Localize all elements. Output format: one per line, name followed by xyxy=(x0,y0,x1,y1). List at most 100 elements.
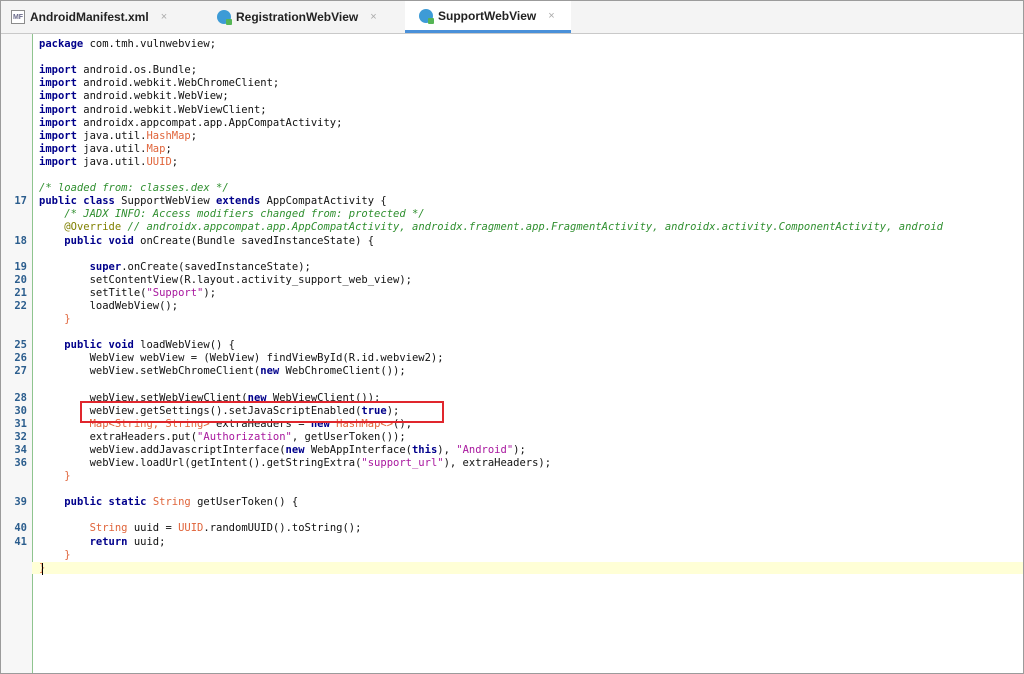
code-line: } xyxy=(39,313,71,325)
code-token: "Authorization" xyxy=(197,430,292,443)
code-token: setTitle( xyxy=(39,286,147,299)
code-token: ), xyxy=(437,443,457,456)
code-line: import java.util.HashMap; xyxy=(39,130,197,142)
line-number: 40 xyxy=(14,522,27,535)
code-token: .randomUUID().toString(); xyxy=(203,522,362,535)
code-line: webView.loadUrl(getIntent().getStringExt… xyxy=(39,457,552,469)
code-token: WebView webView = (WebView) findViewById… xyxy=(39,352,444,365)
code-token: import xyxy=(39,77,77,90)
code-token: android.os.Bundle; xyxy=(76,64,198,77)
code-line: loadWebView(); xyxy=(39,300,179,312)
line-number: 28 xyxy=(14,391,27,404)
tab-registration-webview[interactable]: RegistrationWebView × xyxy=(213,1,399,33)
code-token: .onCreate(savedInstanceState); xyxy=(121,260,311,273)
tab-support-webview[interactable]: SupportWebView × xyxy=(405,1,571,33)
code-token: // androidx.appcompat.app.AppCompatActiv… xyxy=(121,221,944,234)
code-line: import android.os.Bundle; xyxy=(39,64,197,76)
line-number: 17 xyxy=(14,195,27,208)
tab-label: RegistrationWebView xyxy=(236,10,359,24)
code-line: /* loaded from: classes.dex */ xyxy=(39,182,229,194)
close-icon[interactable]: × xyxy=(161,11,167,23)
code-token: ), extraHeaders); xyxy=(443,457,552,469)
line-number: 25 xyxy=(14,339,27,352)
code-token: "Support" xyxy=(146,286,204,299)
code-line: setTitle("Support"); xyxy=(39,287,216,299)
code-token: ; xyxy=(190,129,198,142)
editor-window: MF AndroidManifest.xml × RegistrationWeb… xyxy=(0,0,1024,674)
line-number: 36 xyxy=(14,457,27,469)
line-number: 19 xyxy=(14,260,27,273)
code-token: HashMap xyxy=(146,129,191,142)
java-class-icon xyxy=(217,10,232,25)
code-line: @Override // androidx.appcompat.app.AppC… xyxy=(39,221,943,233)
code-token: "support_url" xyxy=(361,457,444,469)
gutter-divider xyxy=(32,34,33,673)
code-token: @Override xyxy=(64,221,122,234)
code-line: extraHeaders.put("Authorization", getUse… xyxy=(39,431,406,443)
code-token: import xyxy=(39,155,77,168)
code-token: ); xyxy=(203,286,217,299)
code-token: WebChromeClient()); xyxy=(279,365,406,378)
line-number: 41 xyxy=(14,535,27,548)
code-token: extraHeaders.put( xyxy=(39,430,198,443)
code-token: webView.addJavascriptInterface( xyxy=(39,443,286,456)
line-number: 39 xyxy=(14,496,27,509)
line-number: 18 xyxy=(14,234,27,247)
code-token: webView.loadUrl(getIntent().getStringExt… xyxy=(39,457,362,469)
code-token: "Android" xyxy=(456,443,514,456)
code-line: } xyxy=(39,548,71,561)
code-token: import xyxy=(39,116,77,129)
code-token: ; xyxy=(165,142,172,155)
code-line: public void onCreate(Bundle savedInstanc… xyxy=(39,235,374,247)
code-token: import xyxy=(39,103,77,116)
code-token: import xyxy=(39,90,77,103)
java-class-icon xyxy=(419,8,434,24)
code-line: super.onCreate(savedInstanceState); xyxy=(39,261,311,273)
code-token: import xyxy=(39,142,77,155)
code-token: UUID xyxy=(178,522,204,535)
code-line: /* JADX INFO: Access modifiers changed f… xyxy=(39,208,425,221)
code-line: setContentView(R.layout.activity_support… xyxy=(39,274,412,286)
tab-android-manifest[interactable]: MF AndroidManifest.xml × xyxy=(7,1,203,33)
code-token: Map xyxy=(146,142,166,155)
code-token: android.webkit.WebViewClient; xyxy=(76,103,267,116)
code-token: } xyxy=(64,548,71,561)
code-token: ); xyxy=(513,443,526,456)
code-token: } xyxy=(64,313,71,325)
code-token: this xyxy=(411,443,438,456)
manifest-file-icon: MF xyxy=(11,10,25,24)
code-line: public static String getUserToken() { xyxy=(39,496,298,508)
code-token: uuid = xyxy=(127,522,179,535)
code-line: webView.addJavascriptInterface(new WebAp… xyxy=(39,444,526,456)
text-cursor xyxy=(42,562,43,575)
code-line: package com.tmh.vulnwebview; xyxy=(39,38,216,50)
close-icon[interactable]: × xyxy=(548,10,554,22)
code-token: /* JADX INFO: Access modifiers changed f… xyxy=(64,208,425,221)
line-number: 21 xyxy=(14,286,27,299)
code-line: webView.setWebChromeClient(new WebChrome… xyxy=(39,365,406,377)
code-token: webView.setWebChromeClient( xyxy=(39,365,261,378)
code-token: UUID xyxy=(146,155,172,168)
code-token: String xyxy=(89,522,128,535)
code-token: } xyxy=(64,470,71,483)
code-token: public void xyxy=(64,339,134,352)
code-token: package xyxy=(39,38,84,50)
code-token: public void xyxy=(64,234,134,247)
code-token: public class xyxy=(39,195,115,208)
code-line: } xyxy=(32,561,1023,574)
line-number: 27 xyxy=(14,365,27,378)
line-number: 20 xyxy=(14,273,27,286)
code-token: getUserToken() { xyxy=(190,496,299,509)
code-token: import xyxy=(39,64,77,77)
code-token: /* loaded from: classes.dex */ xyxy=(39,182,229,195)
code-line: public class SupportWebView extends AppC… xyxy=(39,195,387,207)
close-icon[interactable]: × xyxy=(370,11,376,23)
